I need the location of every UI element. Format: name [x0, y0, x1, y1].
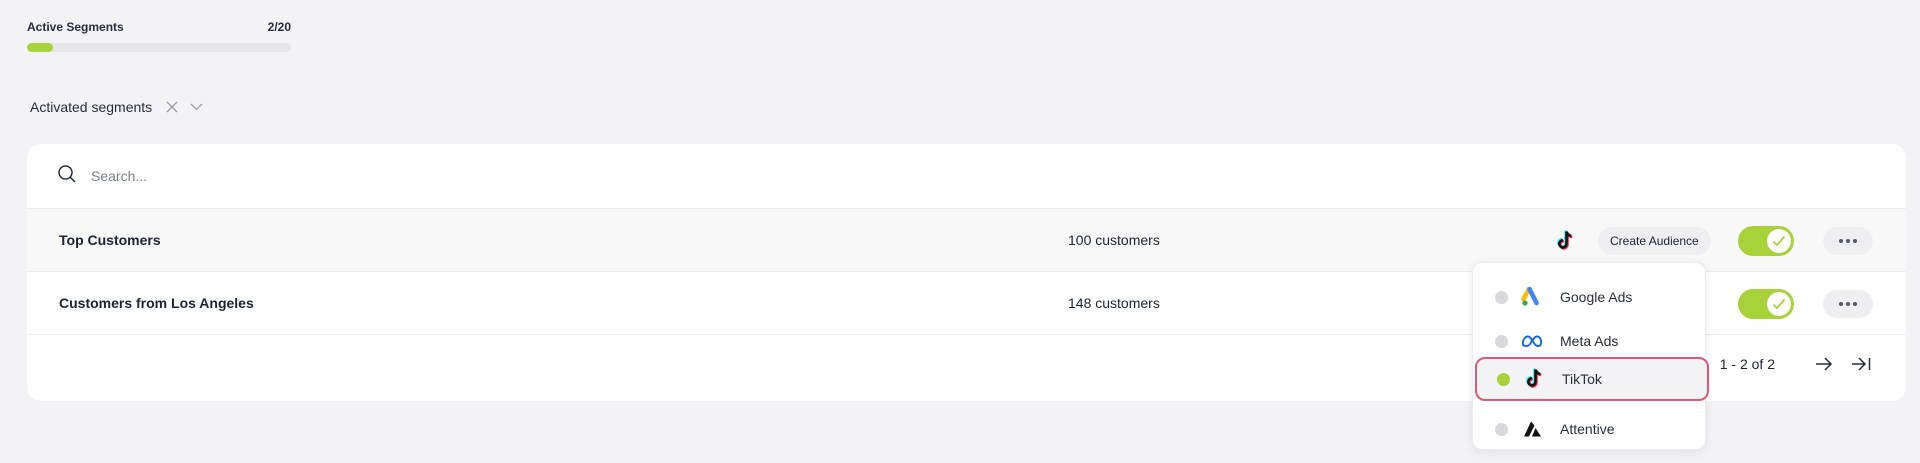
next-page-icon[interactable]	[1815, 357, 1833, 371]
status-dot	[1495, 422, 1508, 436]
segment-active-toggle[interactable]	[1738, 226, 1794, 256]
search-input[interactable]	[91, 168, 691, 184]
status-dot	[1497, 372, 1510, 386]
quota-progress-fill	[27, 43, 54, 52]
segment-name: Top Customers	[59, 232, 161, 248]
segment-customer-count: 148 customers	[1068, 295, 1160, 311]
chevron-down-icon[interactable]	[190, 103, 203, 111]
quota-progress-bar	[27, 43, 291, 52]
status-dot	[1495, 290, 1508, 304]
menu-item-label: TikTok	[1562, 371, 1602, 387]
more-options-button[interactable]	[1823, 227, 1873, 255]
segment-active-toggle[interactable]	[1738, 289, 1794, 319]
pagination-range: 1 - 2 of 2	[1719, 356, 1775, 372]
menu-item-label: Google Ads	[1560, 289, 1633, 305]
check-icon	[1767, 229, 1791, 253]
menu-item-label: Meta Ads	[1560, 333, 1619, 349]
google-ads-icon	[1521, 286, 1543, 308]
segment-name: Customers from Los Angeles	[59, 295, 254, 311]
menu-item-label: Attentive	[1560, 421, 1615, 437]
menu-item-tiktok[interactable]: TikTok	[1475, 357, 1709, 401]
pagination: 1 - 2 of 2	[1720, 356, 1871, 372]
filter-label: Activated segments	[30, 99, 153, 115]
quota-header: Active Segments 2/20	[27, 20, 291, 34]
create-audience-button[interactable]: Create Audience	[1598, 227, 1711, 255]
tiktok-icon	[1523, 368, 1545, 390]
check-icon	[1767, 292, 1791, 316]
status-dot	[1495, 334, 1508, 348]
clear-filter-icon[interactable]	[166, 101, 178, 113]
audience-destination-menu: Google Ads Meta Ads TikTok Attentive	[1472, 262, 1709, 451]
search-icon	[57, 164, 77, 189]
last-page-icon[interactable]	[1851, 357, 1871, 371]
attentive-icon	[1521, 418, 1543, 440]
menu-item-attentive[interactable]: Attentive	[1473, 407, 1707, 451]
meta-icon	[1521, 330, 1543, 352]
segment-filter[interactable]: Activated segments	[30, 98, 203, 116]
tiktok-icon	[1555, 230, 1575, 257]
segment-customer-count: 100 customers	[1068, 232, 1160, 248]
quota-value: 2/20	[267, 20, 291, 34]
more-options-button[interactable]	[1823, 290, 1873, 318]
active-segments-quota: Active Segments 2/20	[27, 20, 291, 52]
menu-item-google-ads[interactable]: Google Ads	[1473, 275, 1707, 319]
search-bar	[27, 144, 1906, 209]
quota-label: Active Segments	[27, 20, 124, 34]
